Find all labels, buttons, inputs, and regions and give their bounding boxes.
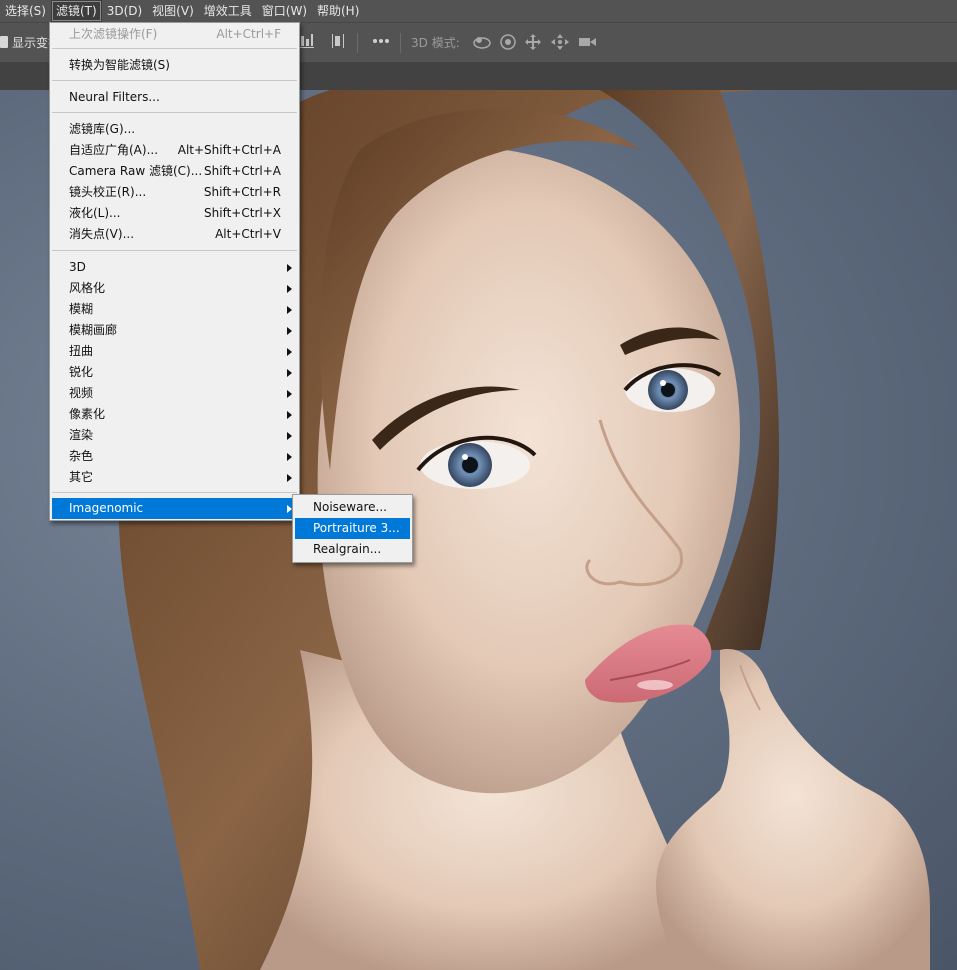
submenu-arrow-icon	[287, 390, 292, 398]
submenu-imagenomic[interactable]: Imagenomic	[52, 498, 297, 519]
menu-separator	[52, 48, 297, 49]
roll-icon[interactable]	[499, 33, 517, 55]
submenu-other[interactable]: 其它	[52, 467, 297, 488]
distribute-icon[interactable]	[300, 33, 314, 53]
orbit-icon[interactable]	[472, 33, 492, 55]
submenu-arrow-icon	[287, 327, 292, 335]
options-divider	[357, 33, 358, 53]
submenu-arrow-icon	[287, 264, 292, 272]
filter-menu: 上次滤镜操作(F) Alt+Ctrl+F 转换为智能滤镜(S) Neural F…	[49, 22, 300, 521]
menu-view[interactable]: 视图(V)	[147, 0, 199, 22]
convert-smart-filter-item[interactable]: 转换为智能滤镜(S)	[52, 55, 297, 76]
menu-select[interactable]: 选择(S)	[0, 0, 51, 22]
menu-filter[interactable]: 滤镜(T)	[50, 0, 102, 22]
menu-bar: 选择(S) 滤镜(T) 3D(D) 视图(V) 增效工具 窗口(W) 帮助(H)	[0, 0, 957, 22]
noiseware-item[interactable]: Noiseware...	[295, 497, 410, 518]
menu-separator	[52, 492, 297, 493]
lens-correction-item[interactable]: 镜头校正(R)... Shift+Ctrl+R	[52, 182, 297, 203]
options-divider	[400, 33, 401, 53]
last-filter-item[interactable]: 上次滤镜操作(F) Alt+Ctrl+F	[52, 24, 297, 45]
menu-separator	[52, 250, 297, 251]
slide-icon[interactable]	[550, 33, 570, 55]
menu-separator	[52, 112, 297, 113]
imagenomic-submenu: Noiseware... Portraiture 3... Realgrain.…	[292, 494, 413, 563]
submenu-stylize[interactable]: 风格化	[52, 278, 297, 299]
vanishing-point-item[interactable]: 消失点(V)... Alt+Ctrl+V	[52, 224, 297, 245]
submenu-arrow-icon	[287, 348, 292, 356]
portraiture-item[interactable]: Portraiture 3...	[295, 518, 410, 539]
show-transform-checkbox[interactable]	[0, 36, 8, 48]
submenu-arrow-icon	[287, 474, 292, 482]
submenu-noise[interactable]: 杂色	[52, 446, 297, 467]
submenu-video[interactable]: 视频	[52, 383, 297, 404]
menu-help[interactable]: 帮助(H)	[312, 0, 364, 22]
submenu-sharpen[interactable]: 锐化	[52, 362, 297, 383]
realgrain-item[interactable]: Realgrain...	[295, 539, 410, 560]
camera-scale-icon[interactable]	[577, 33, 597, 55]
submenu-3d[interactable]: 3D	[52, 257, 297, 278]
submenu-arrow-icon	[287, 285, 292, 293]
menu-window[interactable]: 窗口(W)	[257, 0, 312, 22]
filter-gallery-item[interactable]: 滤镜库(G)...	[52, 119, 297, 140]
camera-raw-item[interactable]: Camera Raw 滤镜(C)... Shift+Ctrl+A	[52, 161, 297, 182]
neural-filters-item[interactable]: Neural Filters...	[52, 87, 297, 108]
pan-icon[interactable]	[524, 33, 542, 55]
submenu-blur-gallery[interactable]: 模糊画廊	[52, 320, 297, 341]
submenu-distort[interactable]: 扭曲	[52, 341, 297, 362]
submenu-blur[interactable]: 模糊	[52, 299, 297, 320]
more-dots-icon[interactable]	[372, 33, 390, 53]
submenu-arrow-icon	[287, 306, 292, 314]
submenu-pixelate[interactable]: 像素化	[52, 404, 297, 425]
menu-plugins[interactable]: 增效工具	[199, 0, 257, 22]
menu-3d[interactable]: 3D(D)	[102, 0, 147, 22]
submenu-arrow-icon	[287, 369, 292, 377]
submenu-render[interactable]: 渲染	[52, 425, 297, 446]
submenu-arrow-icon	[287, 411, 292, 419]
submenu-arrow-icon	[287, 432, 292, 440]
menu-separator	[52, 80, 297, 81]
3d-mode-label: 3D 模式:	[411, 36, 460, 50]
adaptive-wide-angle-item[interactable]: 自适应广角(A)... Alt+Shift+Ctrl+A	[52, 140, 297, 161]
align-icon[interactable]	[332, 33, 344, 53]
submenu-arrow-icon	[287, 453, 292, 461]
liquify-item[interactable]: 液化(L)... Shift+Ctrl+X	[52, 203, 297, 224]
